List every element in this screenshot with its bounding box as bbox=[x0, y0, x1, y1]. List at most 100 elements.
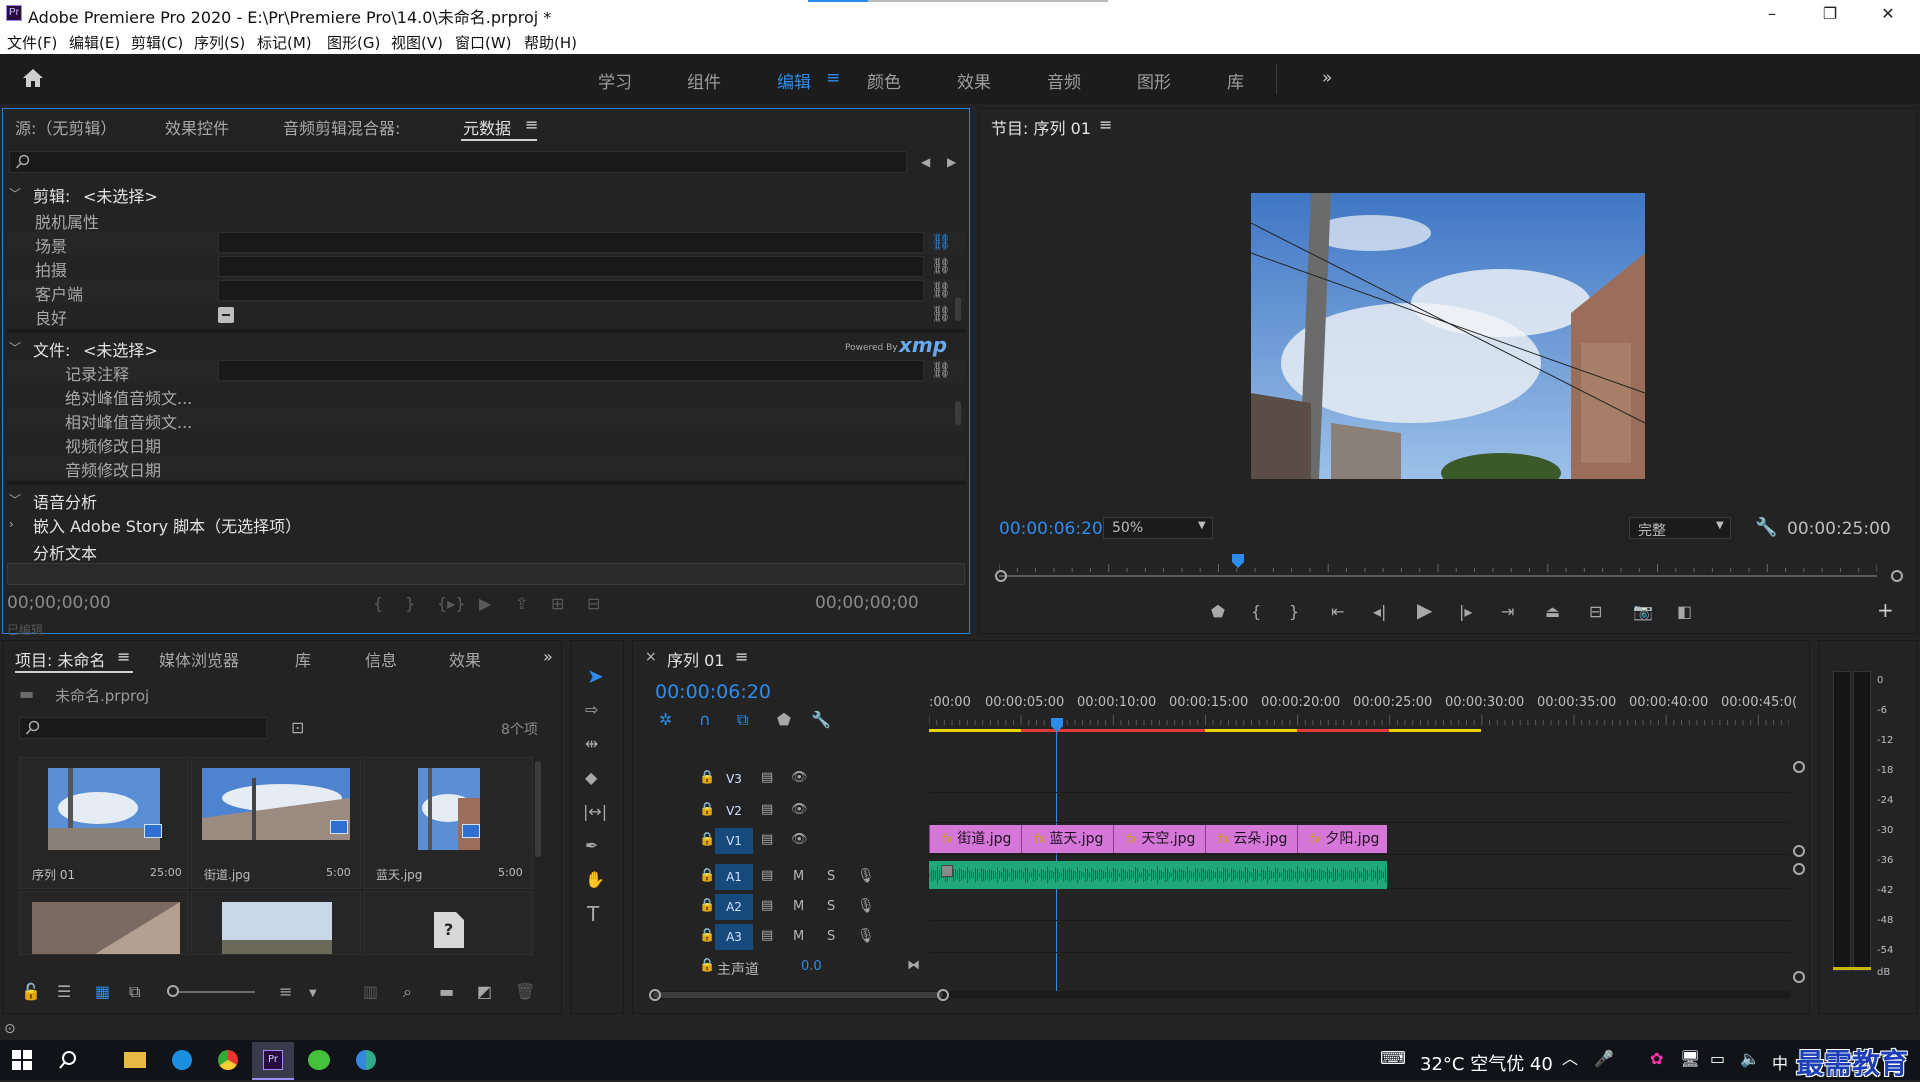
eye-icon[interactable]: 👁 bbox=[791, 831, 808, 849]
chevron-down-icon[interactable]: ﹀ bbox=[9, 491, 21, 509]
menu-marker[interactable]: 标记(M) bbox=[257, 32, 312, 53]
eye-icon[interactable]: 👁 bbox=[791, 769, 808, 787]
menu-sequence[interactable]: 序列(S) bbox=[194, 32, 245, 53]
solo-button[interactable]: S bbox=[827, 899, 835, 914]
track-lane-a2[interactable] bbox=[929, 891, 1791, 921]
eye-icon[interactable]: 👁 bbox=[791, 801, 808, 819]
track-target-a3[interactable]: A3 bbox=[715, 924, 753, 950]
chevron-up-icon[interactable]: ︿ bbox=[1562, 1050, 1578, 1068]
mark-out-icon[interactable]: } bbox=[1289, 603, 1299, 621]
type-tool-icon[interactable]: T bbox=[587, 904, 599, 924]
unlink-icon[interactable]: ⛓ bbox=[931, 305, 951, 323]
program-playhead[interactable] bbox=[1231, 553, 1244, 568]
list-view-icon[interactable]: ☰ bbox=[57, 983, 71, 1001]
hand-tool-icon[interactable]: ✋ bbox=[585, 871, 605, 889]
menu-view[interactable]: 视图(V) bbox=[391, 32, 443, 53]
lock-icon[interactable]: 🔒 bbox=[699, 957, 715, 975]
analyze-field[interactable] bbox=[7, 563, 965, 585]
export-icon[interactable]: ⇪ bbox=[515, 595, 528, 613]
scrollbar[interactable] bbox=[955, 297, 961, 321]
overwrite-icon[interactable]: ⊟ bbox=[587, 595, 600, 613]
tab-media-browser[interactable]: 媒体浏览器 bbox=[159, 647, 239, 671]
insert-icon[interactable]: ⊞ bbox=[551, 595, 564, 613]
timeline-title[interactable]: 序列 01 bbox=[667, 647, 724, 671]
track-target-v1[interactable]: V1 bbox=[715, 828, 753, 854]
project-item-missing[interactable]: ? bbox=[363, 891, 533, 955]
close-button[interactable]: ✕ bbox=[1868, 2, 1908, 26]
timeline-playhead-handle[interactable] bbox=[1051, 717, 1063, 732]
tray-app-icon[interactable]: ✿ bbox=[1650, 1050, 1663, 1068]
maximize-button[interactable]: ❐ bbox=[1810, 2, 1850, 26]
workspace-color[interactable]: 颜色 bbox=[867, 68, 901, 93]
clip-sunset[interactable]: fx 夕阳.jpg bbox=[1297, 825, 1387, 853]
menu-window[interactable]: 窗口(W) bbox=[455, 32, 512, 53]
solo-button[interactable]: S bbox=[827, 869, 835, 884]
premiere-taskbar-button[interactable]: Pr bbox=[252, 1042, 294, 1080]
solo-button[interactable]: S bbox=[827, 929, 835, 944]
workspace-learn[interactable]: 学习 bbox=[598, 68, 632, 93]
play-icon[interactable]: ▶ bbox=[1417, 600, 1432, 620]
track-lane-a3[interactable] bbox=[929, 923, 1791, 953]
workspace-menu-icon[interactable]: ≡ bbox=[826, 68, 840, 88]
add-marker-icon[interactable]: ⬟ bbox=[777, 711, 791, 729]
program-tab-menu-icon[interactable]: ≡ bbox=[1099, 115, 1112, 134]
menu-help[interactable]: 帮助(H) bbox=[524, 32, 577, 53]
link-icon[interactable]: ⛓ bbox=[931, 233, 951, 251]
timeline-scrollbar-thumb[interactable] bbox=[653, 992, 943, 998]
network-icon[interactable]: 🖥 bbox=[1680, 1050, 1700, 1068]
project-item-bluesky[interactable]: 蓝天.jpg 5:00 bbox=[363, 757, 533, 889]
scrollbar[interactable] bbox=[955, 401, 961, 425]
program-title[interactable]: 节目: 序列 01 bbox=[991, 115, 1091, 139]
analyze-text-button[interactable]: 分析文本 bbox=[33, 540, 97, 564]
sync-lock-icon[interactable]: ▤ bbox=[761, 831, 773, 849]
sync-lock-icon[interactable]: ▤ bbox=[761, 897, 773, 915]
project-item-street[interactable]: 街道.jpg 5:00 bbox=[191, 757, 361, 889]
sync-lock-icon[interactable]: ▤ bbox=[761, 927, 773, 945]
chevron-down-icon[interactable]: ▼ bbox=[309, 985, 317, 1003]
project-item-clouds[interactable] bbox=[191, 891, 361, 955]
linked-selection-icon[interactable]: ⧉ bbox=[737, 711, 748, 729]
step-forward-icon[interactable]: |▸ bbox=[1459, 603, 1472, 621]
workspace-graphics[interactable]: 图形 bbox=[1137, 68, 1171, 93]
program-ruler[interactable] bbox=[998, 557, 1878, 572]
source-timecode-in[interactable]: 00;00;00;00 bbox=[7, 593, 111, 613]
metadata-tab-menu-icon[interactable]: ≡ bbox=[525, 115, 538, 134]
slip-tool-icon[interactable]: |↔| bbox=[583, 803, 607, 821]
keyboard-icon[interactable]: ⌨ bbox=[1380, 1050, 1406, 1068]
tab-libraries[interactable]: 库 bbox=[295, 647, 311, 671]
quality-select[interactable]: 完整 ▼ bbox=[1629, 517, 1731, 539]
clip-street[interactable]: fx 街道.jpg bbox=[929, 825, 1021, 853]
chrome-icon[interactable] bbox=[218, 1050, 238, 1070]
tab-metadata[interactable]: 元数据 bbox=[463, 115, 511, 139]
add-marker-icon[interactable]: ⬟ bbox=[1211, 603, 1225, 621]
timeline-tab-menu-icon[interactable]: ≡ bbox=[735, 647, 748, 666]
nest-toggle-icon[interactable]: ✲ bbox=[659, 711, 672, 729]
clip-clouds[interactable]: fx 云朵.jpg bbox=[1205, 825, 1297, 853]
new-search-bin-icon[interactable]: ⊡ bbox=[291, 719, 304, 737]
extract-icon[interactable]: ⊟ bbox=[1589, 603, 1602, 621]
camera-icon[interactable]: 📷 bbox=[1633, 603, 1653, 621]
vertical-zoom-handle[interactable] bbox=[1793, 845, 1805, 857]
lock-icon[interactable]: 🔓 bbox=[21, 983, 41, 1001]
lift-icon[interactable]: ⏏ bbox=[1545, 603, 1560, 621]
scene-field[interactable] bbox=[218, 232, 924, 253]
menu-clip[interactable]: 剪辑(C) bbox=[131, 32, 183, 53]
track-select-tool-icon[interactable]: ⇨ bbox=[585, 701, 598, 719]
timeline-close-icon[interactable]: × bbox=[645, 649, 657, 665]
project-search-input[interactable] bbox=[19, 717, 267, 739]
find-icon[interactable]: ⌕ bbox=[403, 983, 412, 1001]
source-timecode-out[interactable]: 00;00;00;00 bbox=[815, 593, 919, 613]
selection-tool-icon[interactable]: ➤ bbox=[587, 666, 604, 686]
timeline-settings-icon[interactable]: 🔧 bbox=[811, 711, 831, 729]
lock-icon[interactable]: 🔒 bbox=[699, 897, 715, 915]
sync-lock-icon[interactable]: ▤ bbox=[761, 801, 773, 819]
program-scrollbar[interactable] bbox=[999, 575, 1877, 577]
snap-icon[interactable]: ∩ bbox=[699, 711, 711, 729]
trash-icon[interactable]: 🗑 bbox=[515, 983, 535, 1001]
go-to-out-icon[interactable]: ⇥ bbox=[1501, 603, 1514, 621]
mute-button[interactable]: M bbox=[793, 869, 804, 884]
workspace-audio[interactable]: 音频 bbox=[1047, 68, 1081, 93]
menu-graphics[interactable]: 图形(G) bbox=[327, 32, 380, 53]
project-more-icon[interactable]: » bbox=[543, 647, 553, 666]
track-lane-v2[interactable] bbox=[929, 795, 1791, 823]
